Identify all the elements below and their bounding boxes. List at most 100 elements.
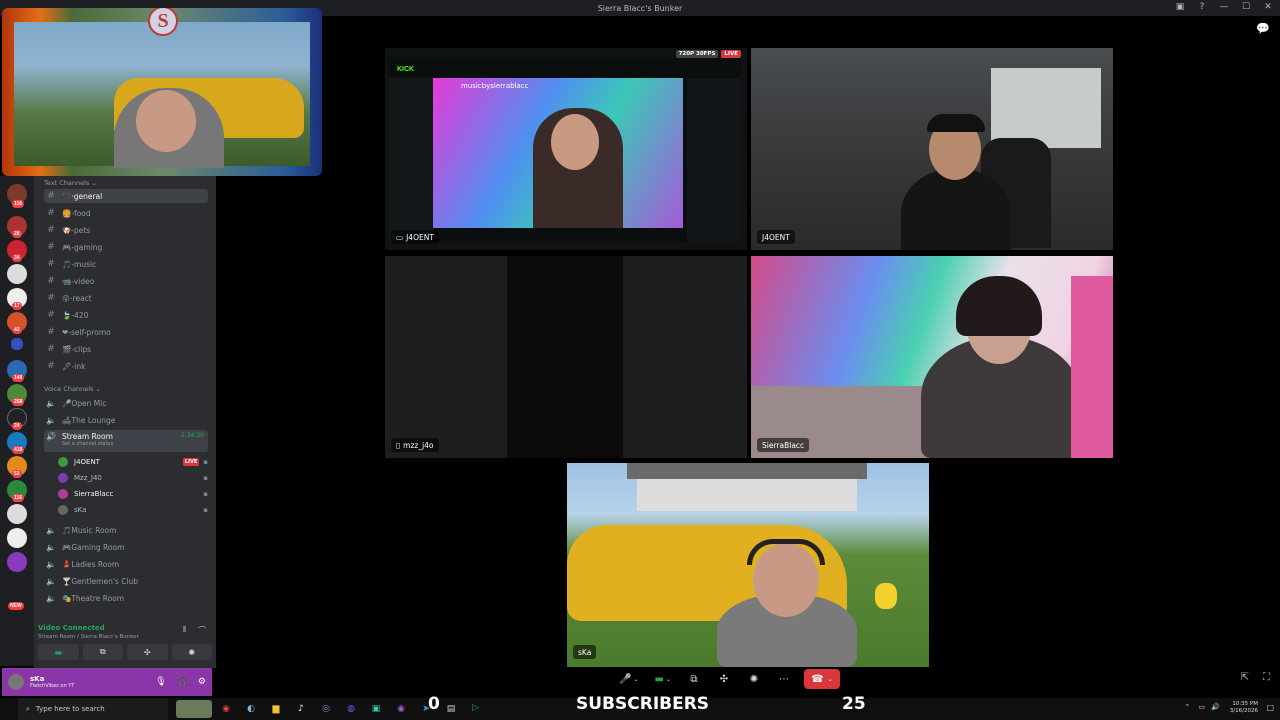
notifications-icon[interactable]: ▢ [1266, 703, 1274, 712]
channel-label: -react [69, 293, 92, 303]
mute-button[interactable]: 🎤 ⌄ [616, 669, 641, 689]
channel-clips[interactable]: # 🎬 -clips [44, 342, 208, 356]
headphones-icon[interactable]: 🎧 [177, 677, 188, 687]
camera-icon: ▪ [203, 490, 208, 498]
share-screen-button[interactable]: ⧉ [82, 644, 123, 660]
channel-react[interactable]: # 😲 -react [44, 291, 208, 305]
video-tile-j4oent[interactable]: J4OENT [751, 48, 1113, 250]
activities-icon: ✣ [719, 673, 729, 685]
maximize-button[interactable]: ☐ [1240, 2, 1252, 12]
voice-user-mzz[interactable]: Mzz_J40 ▪ [58, 471, 208, 485]
hash-icon: # [47, 208, 55, 218]
channel-label: -420 [71, 310, 89, 320]
settings-icon[interactable]: ⚙ [198, 677, 206, 687]
voice-user-j4oent[interactable]: J4OENT LIVE ▪ [58, 455, 208, 469]
tile-user-name: J4OENT [762, 232, 790, 242]
activities-icon: ✣ [143, 647, 151, 657]
category-voice-channels[interactable]: Voice Channels ⌄ [44, 385, 101, 393]
video-tile-sierrablacc[interactable]: SierraBlacc [751, 256, 1113, 458]
server-icon[interactable] [7, 528, 27, 548]
tiktok-icon[interactable]: ♪ [293, 704, 309, 714]
discord-icon[interactable]: ◍ [343, 704, 359, 714]
server-icon[interactable] [11, 338, 23, 350]
voice-channel-stream-room[interactable]: 🔊 Stream Room Set a channel status 2:34:… [44, 430, 208, 452]
inbox-icon[interactable]: ▣ [1174, 2, 1186, 12]
avatar [58, 489, 68, 499]
live-badge: LIVE [182, 458, 200, 466]
channel-self-promo[interactable]: # ❤ -self-promo [44, 325, 208, 339]
chat-toggle-icon[interactable]: 💬 [1256, 22, 1270, 35]
app-icon[interactable]: ◎ [318, 704, 334, 714]
network-icon[interactable]: ▭ [1198, 703, 1205, 711]
steam-icon[interactable]: ◐ [243, 704, 259, 714]
voice-channel-open-mic[interactable]: 🔈 🎤 Open Mic [44, 396, 208, 410]
screen-share-icon: ⧉ [690, 673, 698, 685]
system-tray: ⌃ ▭ 🔊 [1184, 703, 1220, 711]
channel-video[interactable]: # 📹 -video [44, 274, 208, 288]
avatar[interactable] [8, 674, 24, 690]
fullscreen-icon[interactable]: ⛶ [1263, 672, 1270, 683]
search-icon: ⌕ [26, 704, 30, 713]
play-icon[interactable]: ▷ [472, 703, 479, 713]
pop-out-icon[interactable]: ⇱ [1241, 672, 1249, 683]
category-text-channels[interactable]: Text Channels ⌄ [44, 179, 97, 187]
camera-button[interactable]: ▬ [38, 644, 79, 660]
call-controls: 🎤 ⌄ ▬ ⌄ ⧉ ✣ ✺ ⋯ ☎ ⌄ [616, 668, 840, 690]
more-options-button[interactable]: ⋯ [774, 669, 794, 689]
disconnect-button[interactable]: ☎ ⌄ [803, 669, 840, 689]
chevron-up-icon[interactable]: ⌃ [1184, 703, 1190, 711]
channel-ink[interactable]: # 🖋 -ink [44, 359, 208, 373]
video-tile-ska[interactable]: sKa [567, 463, 929, 667]
video-tile-mzz[interactable]: ▯ mzz_j4o [385, 256, 747, 458]
help-icon[interactable]: ? [1196, 2, 1208, 12]
channel-food[interactable]: # 🍔 -food [44, 206, 208, 220]
video-tile-screen-share[interactable]: KICK musicbysierrablacc 720P 30FPS LIVE … [385, 48, 747, 250]
disconnect-icon[interactable]: ⌒ [198, 625, 206, 636]
channel-music[interactable]: # 🎵 -music [44, 257, 208, 271]
voice-channel-gentlemens-club[interactable]: 🔈 🍸 Gentlemen's Club [44, 574, 208, 588]
noise-suppression-icon[interactable]: ⫴ [183, 625, 186, 635]
app-icon[interactable]: ◉ [393, 704, 409, 714]
voice-channel-music-room[interactable]: 🔈 🎵 Music Room [44, 523, 208, 537]
app-icon[interactable]: ▤ [443, 704, 459, 714]
chrome-icon[interactable]: ◉ [218, 704, 234, 714]
channel-pets[interactable]: # 🐶 -pets [44, 223, 208, 237]
voice-user-ska[interactable]: sKa ▪ [58, 503, 208, 517]
connection-status[interactable]: Video Connected [38, 624, 105, 632]
mute-icon[interactable]: 🎙 [155, 677, 166, 687]
server-icon[interactable] [7, 504, 27, 524]
taskbar-clock[interactable]: 10:35 PM 3/16/2026 [1230, 701, 1258, 715]
soundboard-icon: ✺ [188, 647, 196, 657]
voice-channel-gaming-room[interactable]: 🔈 🎮 Gaming Room [44, 540, 208, 554]
file-explorer-icon[interactable]: ▆ [268, 704, 284, 714]
soundboard-button[interactable]: ✺ [744, 669, 764, 689]
volume-icon[interactable]: 🔊 [1211, 703, 1220, 711]
activities-button[interactable]: ✣ [127, 644, 168, 660]
camera-button[interactable]: ▬ ⌄ [651, 669, 673, 689]
channel-label: Ladies Room [71, 559, 120, 569]
channel-label: Gaming Room [71, 542, 125, 552]
soundboard-button[interactable]: ✺ [171, 644, 212, 660]
connection-location[interactable]: Stream Room / Sierra Blacc's Bunker [38, 634, 139, 640]
server-icon[interactable] [7, 264, 27, 284]
taskbar-search[interactable]: ⌕ Type here to search [18, 698, 168, 720]
activities-button[interactable]: ✣ [714, 669, 734, 689]
news-widget-icon[interactable] [176, 700, 212, 718]
voice-user-sierrablacc[interactable]: SierraBlacc ▪ [58, 487, 208, 501]
channel-420[interactable]: # 🍃 -420 [44, 308, 208, 322]
server-icon[interactable] [7, 552, 27, 572]
screen-share-icon: ⧉ [99, 647, 106, 656]
channel-emoji: 🍃 [62, 310, 72, 320]
share-screen-button[interactable]: ⧉ [684, 669, 704, 689]
voice-channel-lounge[interactable]: 🔈 🛋 The Lounge [44, 413, 208, 427]
app-icon[interactable]: ▣ [368, 704, 384, 714]
channel-sidebar: Text Channels ⌄ # 🖤 ·general # 🍔 -food # 🐶 -pe… [34, 176, 216, 668]
minimize-button[interactable]: — [1218, 2, 1230, 12]
close-button[interactable]: ✕ [1262, 2, 1274, 12]
channel-status[interactable]: Set a channel status [62, 441, 113, 447]
voice-channel-ladies-room[interactable]: 🔈 💄 Ladies Room [44, 557, 208, 571]
voice-channel-theatre-room[interactable]: 🔈 🎭 Theatre Room [44, 591, 208, 605]
channel-general[interactable]: # 🖤 ·general [44, 189, 208, 203]
user-panel: sKa FletchVibez on YT 🎙 🎧 ⚙ [2, 668, 212, 696]
channel-gaming[interactable]: # 🎮 -gaming [44, 240, 208, 254]
